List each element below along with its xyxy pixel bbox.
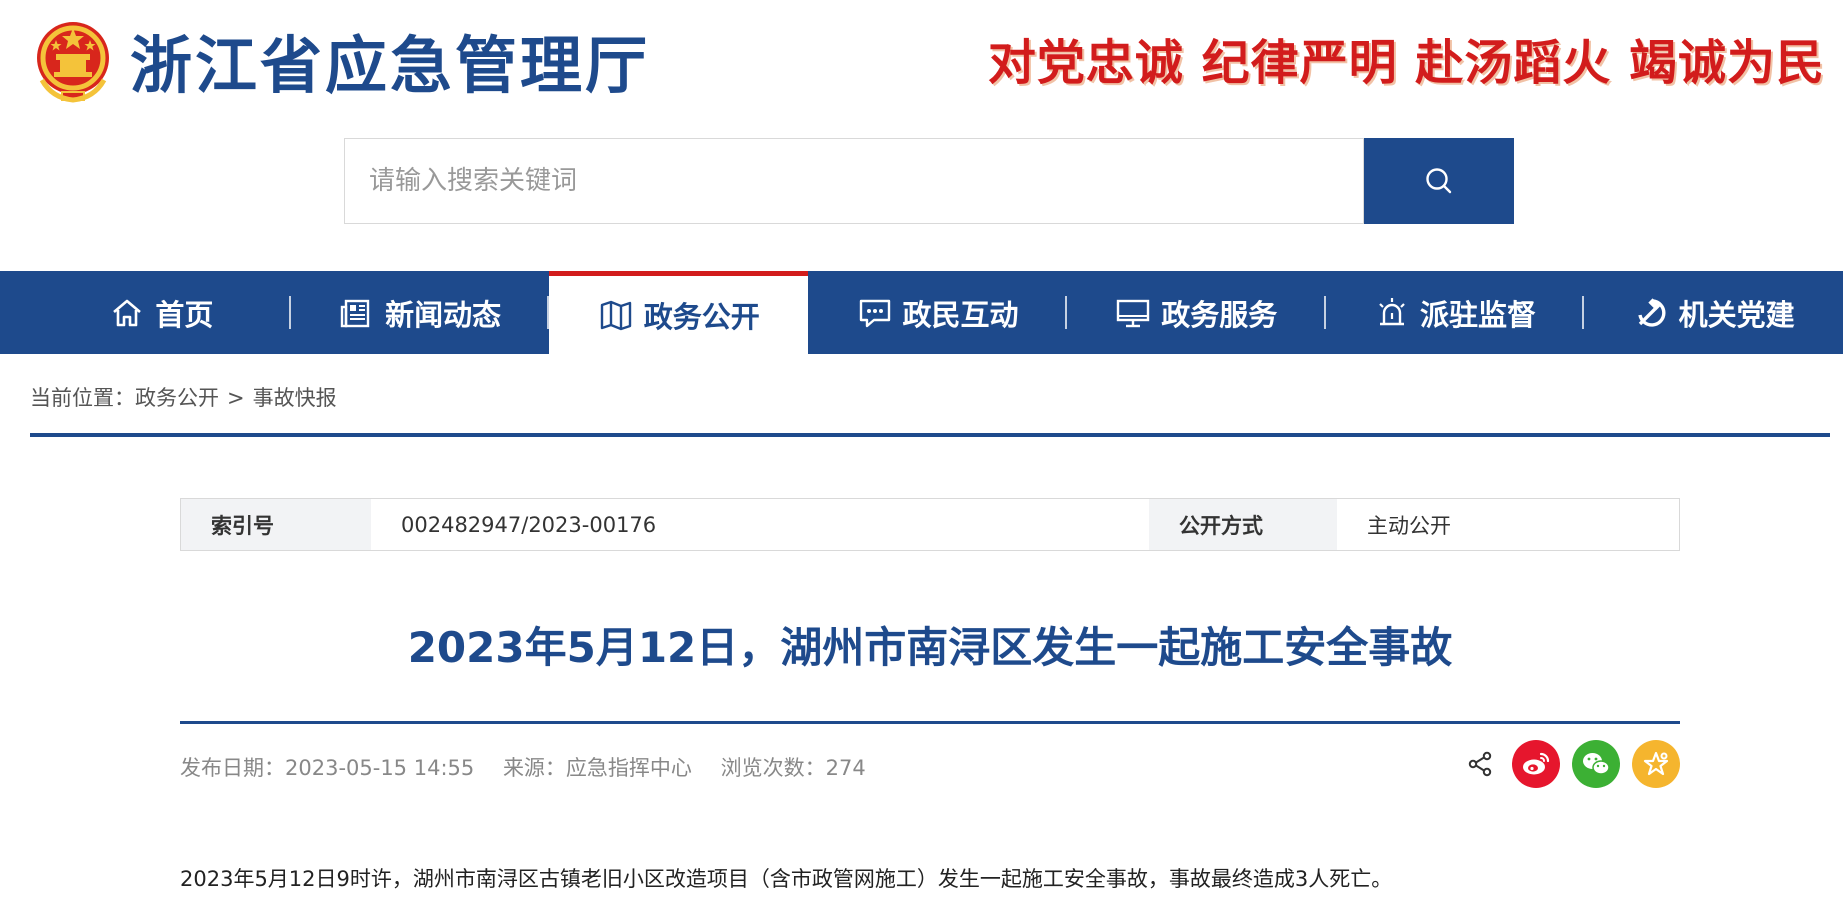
wechat-icon: [1583, 753, 1610, 775]
nav-item-label: 政民互动: [902, 297, 1019, 332]
weibo-icon: [1523, 752, 1550, 775]
nav-item-government-services[interactable]: 政务服务: [1067, 271, 1326, 354]
site-title[interactable]: 浙江省应急管理厅: [130, 26, 650, 106]
breadcrumb-item-government-affairs[interactable]: 政务公开: [135, 386, 219, 410]
view-count: 浏览次数：274: [720, 756, 866, 780]
national-emblem-icon: [32, 18, 114, 106]
breadcrumb: 当前位置：政务公开 > 事故快报: [30, 382, 337, 412]
disclosure-value: 主动公开: [1337, 499, 1679, 550]
book-open-icon: [600, 300, 631, 331]
nav-item-label: 政务公开: [643, 300, 760, 334]
nav-item-news[interactable]: 新闻动态: [291, 271, 550, 354]
hammer-sickle-icon: [1637, 297, 1666, 327]
nav-item-party-building[interactable]: 机关党建: [1584, 271, 1843, 354]
newspaper-icon: [340, 299, 370, 327]
search-box: [344, 138, 1364, 224]
article-title: 2023年5月12日，湖州市南浔区发生一起施工安全事故: [407, 623, 1453, 672]
breadcrumb-prefix: 当前位置：: [30, 386, 135, 410]
title-divider: [180, 721, 1680, 724]
nav-item-label: 新闻动态: [385, 297, 502, 332]
share-weibo-button[interactable]: [1512, 740, 1560, 788]
slogan-banner: 对党忠诚 纪律严明 赴汤蹈火 竭诚为民: [987, 35, 1825, 91]
meta-info-table: 索引号 002482947/2023-00176 公开方式 主动公开: [180, 498, 1680, 551]
chat-bubble-icon: [859, 299, 890, 327]
index-label: 索引号: [181, 499, 371, 550]
article-source: 来源：应急指挥中心: [502, 756, 692, 780]
nav-item-label: 派驻监督: [1419, 297, 1536, 332]
share-icon: [1468, 751, 1492, 777]
nav-item-label: 机关党建: [1678, 297, 1795, 332]
article-body: 2023年5月12日9时许，湖州市南浔区古镇老旧小区改造项目（含市政管网施工）发…: [180, 867, 1393, 891]
share-button[interactable]: [1460, 740, 1500, 788]
search-button[interactable]: [1364, 138, 1514, 224]
article-info: 发布日期：2023-05-15 14:55 来源：应急指挥中心 浏览次数：274: [180, 752, 888, 782]
share-wechat-button[interactable]: [1572, 740, 1620, 788]
nav-item-label: 政务服务: [1161, 297, 1278, 332]
nav-item-public-interaction[interactable]: 政民互动: [808, 271, 1067, 354]
publish-date: 发布日期：2023-05-15 14:55: [180, 756, 475, 780]
nav-item-label: 首页: [155, 297, 214, 332]
breadcrumb-divider: [30, 433, 1830, 437]
main-nav: 首页 新闻动态 政务公开 政民互动 政务服务 派驻监督 机关党建: [0, 271, 1843, 354]
favorite-star-icon: [1643, 751, 1669, 776]
breadcrumb-item-accident-report[interactable]: 事故快报: [253, 386, 337, 410]
search-input[interactable]: [345, 139, 1363, 223]
alarm-light-icon: [1379, 297, 1405, 325]
nav-item-home[interactable]: 首页: [32, 271, 291, 354]
index-value: 002482947/2023-00176: [371, 499, 1149, 550]
home-icon: [113, 299, 142, 326]
nav-item-government-affairs[interactable]: 政务公开: [549, 271, 809, 354]
share-toolbar: [1460, 740, 1680, 788]
nav-item-supervision[interactable]: 派驻监督: [1326, 271, 1585, 354]
disclosure-label: 公开方式: [1149, 499, 1337, 550]
breadcrumb-separator: >: [227, 386, 245, 410]
search-icon: [1426, 168, 1452, 194]
favorite-button[interactable]: [1632, 740, 1680, 788]
monitor-icon: [1117, 299, 1150, 327]
